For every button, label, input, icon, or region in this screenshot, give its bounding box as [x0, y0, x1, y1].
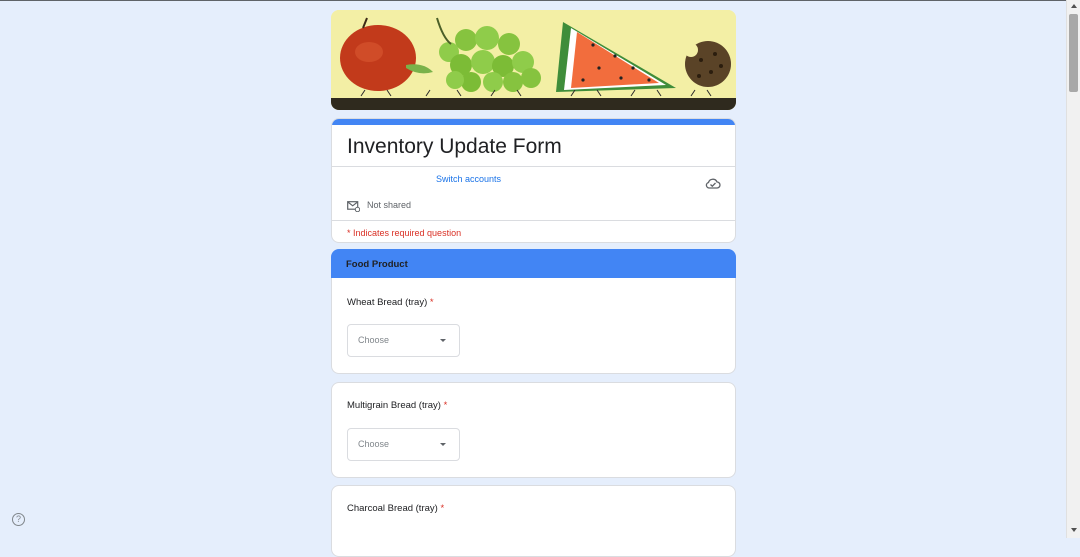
switch-accounts-link[interactable]: Switch accounts [436, 174, 501, 184]
section-header: Food Product [331, 249, 736, 279]
title-divider [332, 166, 735, 167]
required-asterisk: * [440, 503, 445, 514]
section-title: Food Product [346, 259, 408, 270]
form-header-card: Inventory Update Form Switch accounts No… [331, 118, 736, 243]
scrollbar-thumb[interactable] [1069, 14, 1078, 92]
required-asterisk: * [429, 297, 434, 308]
help-icon[interactable]: ? [12, 513, 25, 526]
header-banner-image [331, 10, 736, 110]
question-card-multigrain-bread: Multigrain Bread (tray) * Choose [331, 382, 736, 478]
question-label: Multigrain Bread (tray) * [347, 400, 447, 411]
scroll-up-arrow-icon[interactable] [1071, 4, 1077, 8]
chevron-down-icon [440, 339, 446, 342]
question-text: Wheat Bread (tray) [347, 297, 428, 308]
info-divider [332, 220, 735, 221]
multigrain-bread-dropdown[interactable]: Choose [347, 428, 460, 461]
question-text: Multigrain Bread (tray) [347, 400, 441, 411]
mail-icon [347, 201, 360, 212]
dropdown-placeholder: Choose [358, 335, 390, 345]
page-scrollbar[interactable] [1066, 0, 1080, 538]
question-card-charcoal-bread: Charcoal Bread (tray) * [331, 485, 736, 557]
required-note: * Indicates required question [347, 228, 462, 238]
required-asterisk: * [443, 400, 448, 411]
question-label: Wheat Bread (tray) * [347, 297, 434, 308]
question-label: Charcoal Bread (tray) * [347, 503, 444, 514]
scroll-down-arrow-icon[interactable] [1071, 528, 1077, 532]
not-shared-label: Not shared [367, 200, 412, 210]
question-text: Charcoal Bread (tray) [347, 503, 438, 514]
help-glyph: ? [15, 514, 21, 524]
chevron-down-icon [440, 443, 446, 446]
cloud-check-icon[interactable] [705, 176, 721, 190]
header-accent-bar [332, 119, 735, 125]
window-top-border [0, 0, 1080, 1]
dropdown-placeholder: Choose [358, 439, 390, 449]
question-card-wheat-bread: Wheat Bread (tray) * Choose [331, 278, 736, 374]
form-title: Inventory Update Form [347, 135, 562, 158]
wheat-bread-dropdown[interactable]: Choose [347, 324, 460, 357]
